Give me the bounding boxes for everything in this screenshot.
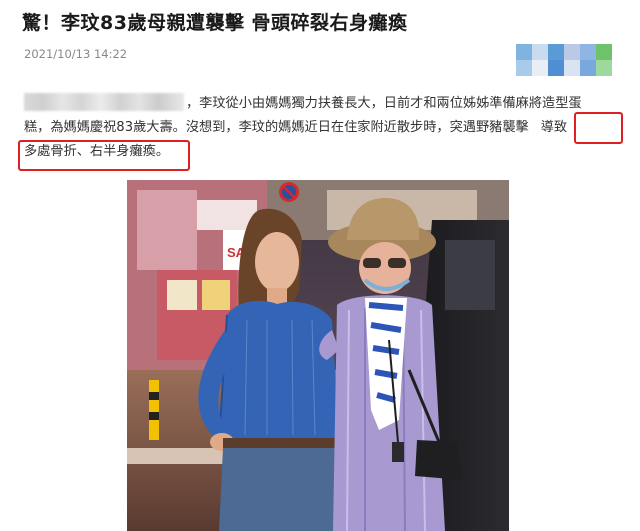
- share-icons-pixelated[interactable]: [516, 44, 612, 76]
- highlight-box-1: [574, 112, 623, 144]
- highlighted-text-1: 導致: [540, 120, 568, 135]
- paragraph-line-2: 糕，為媽媽慶祝83歲大壽。沒想到，李玟的媽媽近日在住家附近散步時，突遇野豬襲擊導…: [24, 120, 568, 135]
- paragraph-line-1: ，李玟從小由媽媽獨力扶養長大，日前才和兩位姊姊準備麻將造型蛋: [24, 92, 624, 116]
- highlight-box-2: [18, 140, 190, 171]
- publish-timestamp: 2021/10/13 14:22: [24, 47, 128, 61]
- article-headline: 驚！李玟83歲母親遭襲擊 骨頭碎裂右身癱瘓: [22, 12, 408, 34]
- photo-illustration: SALE: [127, 180, 509, 531]
- blurred-name: [24, 93, 184, 111]
- article-photo: SALE: [127, 180, 509, 531]
